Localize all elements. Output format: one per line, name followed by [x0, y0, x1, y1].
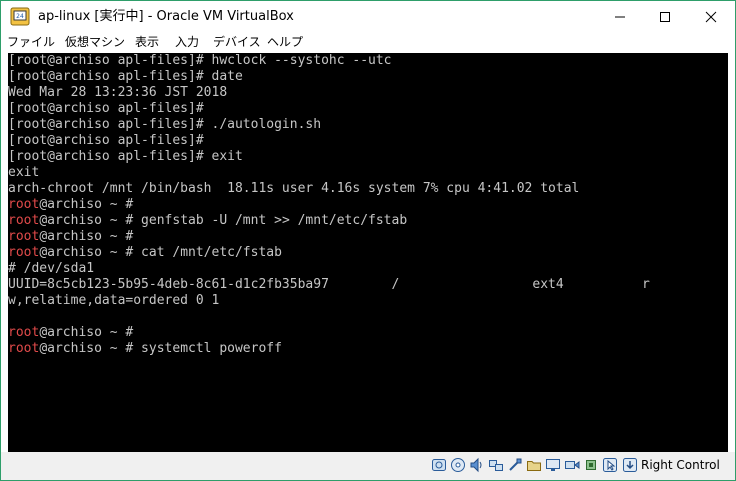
terminal-line: Wed Mar 28 13:23:36 JST 2018 [8, 85, 650, 101]
usb-icon[interactable] [507, 457, 523, 473]
close-button[interactable] [688, 1, 734, 32]
terminal-line: exit [8, 165, 650, 181]
terminal-line: [root@archiso apl-files]# [8, 133, 650, 149]
shared-folder-icon[interactable] [526, 457, 542, 473]
virtualbox-app-icon[interactable]: 24 [10, 7, 30, 26]
mouse-integration-icon[interactable] [602, 457, 618, 473]
terminal-line: UUID=8c5cb123-5b95-4deb-8c61-d1c2fb35ba9… [8, 277, 650, 293]
terminal-line-text: @archiso ~ # [39, 325, 134, 340]
terminal-line: root@archiso ~ # [8, 229, 650, 245]
video-capture-icon[interactable] [564, 457, 580, 473]
terminal-line-text: arch-chroot /mnt /bin/bash 18.11s user 4… [8, 181, 580, 196]
root-prompt-user: root [8, 197, 40, 212]
audio-icon[interactable] [469, 457, 485, 473]
terminal-line: root@archiso ~ # systemctl poweroff [8, 341, 650, 357]
root-prompt-user: root [8, 229, 40, 244]
terminal-line-text: UUID=8c5cb123-5b95-4deb-8c61-d1c2fb35ba9… [8, 277, 650, 292]
menu-input[interactable]: 入力 [175, 35, 199, 50]
terminal-line: root@archiso ~ # genfstab -U /mnt >> /mn… [8, 213, 650, 229]
terminal-line: [root@archiso apl-files]# ./autologin.sh [8, 117, 650, 133]
terminal-output: [root@archiso apl-files]# hwclock --syst… [8, 53, 650, 357]
maximize-icon [660, 11, 670, 22]
terminal-line-text: exit [8, 165, 40, 180]
virtualbox-window: 24 ap-linux [実行中] - Oracle VM VirtualBox… [0, 0, 736, 481]
terminal-line-text: [root@archiso apl-files]# [8, 101, 204, 116]
terminal-line: root@archiso ~ # [8, 197, 650, 213]
minimize-button[interactable] [597, 1, 643, 32]
hard-disk-icon[interactable] [431, 457, 447, 473]
title-bar[interactable]: 24 ap-linux [実行中] - Oracle VM VirtualBox [1, 1, 735, 32]
terminal-line-text: # /dev/sda1 [8, 261, 95, 276]
terminal-line: [root@archiso apl-files]# date [8, 69, 650, 85]
host-key-arrow-icon[interactable] [622, 457, 638, 473]
menu-machine[interactable]: 仮想マシン [65, 35, 125, 50]
menu-bar: ファイル 仮想マシン 表示 入力 デバイス ヘルプ [1, 32, 735, 53]
terminal-line-text: @archiso ~ # systemctl poweroff [39, 341, 282, 356]
terminal-line-text: [root@archiso apl-files]# date [8, 69, 243, 84]
menu-view[interactable]: 表示 [135, 35, 159, 50]
network-icon[interactable] [488, 457, 504, 473]
status-bar: Right Control [1, 452, 735, 480]
menu-devices[interactable]: デバイス [213, 35, 261, 50]
root-prompt-user: root [8, 325, 40, 340]
terminal-line: [root@archiso apl-files]# [8, 101, 650, 117]
terminal-line-text: @archiso ~ # [39, 197, 134, 212]
terminal-line: w,relatime,data=ordered 0 1 [8, 293, 650, 309]
display-icon[interactable] [545, 457, 561, 473]
terminal-line: root@archiso ~ # [8, 325, 650, 341]
optical-drive-icon[interactable] [450, 457, 466, 473]
maximize-button[interactable] [642, 1, 688, 32]
terminal-line-text: [root@archiso apl-files]# ./autologin.sh [8, 117, 322, 132]
svg-text:24: 24 [16, 13, 24, 20]
terminal-line: # /dev/sda1 [8, 261, 650, 277]
cpu-icon[interactable] [583, 457, 599, 473]
window-title: ap-linux [実行中] - Oracle VM VirtualBox [38, 9, 294, 24]
terminal-line-text: Wed Mar 28 13:23:36 JST 2018 [8, 85, 228, 100]
terminal-line-text: @archiso ~ # genfstab -U /mnt >> /mnt/et… [39, 213, 408, 228]
terminal-line: [root@archiso apl-files]# exit [8, 149, 650, 165]
terminal-line-text: w,relatime,data=ordered 0 1 [8, 293, 220, 308]
terminal-line-text: @archiso ~ # [39, 229, 134, 244]
terminal-line: root@archiso ~ # cat /mnt/etc/fstab [8, 245, 650, 261]
terminal-line-text: [root@archiso apl-files]# exit [8, 149, 243, 164]
terminal-line: arch-chroot /mnt /bin/bash 18.11s user 4… [8, 181, 650, 197]
terminal-line-text: @archiso ~ # cat /mnt/etc/fstab [39, 245, 282, 260]
vm-console-screen[interactable]: [root@archiso apl-files]# hwclock --syst… [8, 53, 728, 452]
root-prompt-user: root [8, 341, 40, 356]
host-key-label: Right Control [641, 458, 720, 472]
minimize-icon [615, 16, 625, 17]
menu-help[interactable]: ヘルプ [267, 35, 303, 50]
terminal-line-text: [root@archiso apl-files]# hwclock --syst… [8, 53, 392, 68]
close-icon [705, 11, 717, 22]
terminal-line-text: [root@archiso apl-files]# [8, 133, 204, 148]
menu-file[interactable]: ファイル [7, 35, 55, 50]
root-prompt-user: root [8, 245, 40, 260]
terminal-line: [root@archiso apl-files]# hwclock --syst… [8, 53, 650, 69]
root-prompt-user: root [8, 213, 40, 228]
